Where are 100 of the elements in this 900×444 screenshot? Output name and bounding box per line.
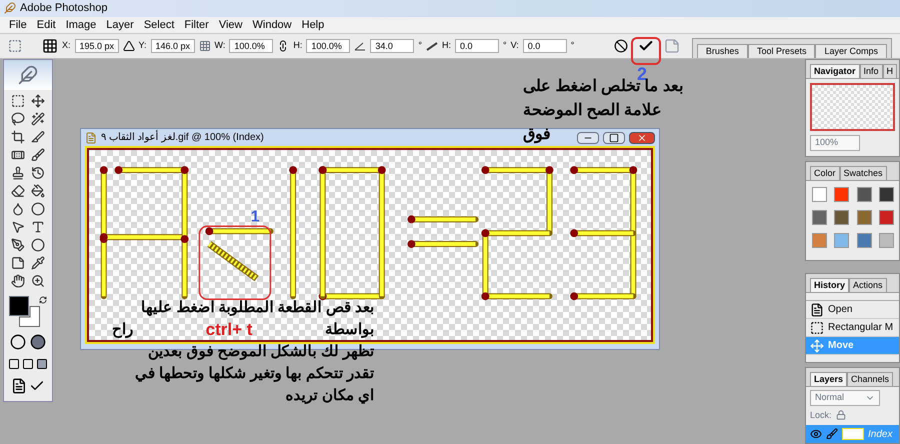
slice-icon[interactable] <box>31 130 45 144</box>
field-label: V: <box>510 39 519 52</box>
paint-bucket-icon[interactable] <box>31 184 45 198</box>
menu-item[interactable]: View <box>214 16 248 34</box>
menu-item[interactable]: Select <box>138 16 180 34</box>
drop-icon[interactable] <box>11 202 25 216</box>
document-icon <box>810 302 824 316</box>
standard-mode-icon[interactable] <box>10 334 26 350</box>
lasso-icon[interactable] <box>11 112 25 126</box>
arrow-pointer-icon[interactable] <box>11 220 25 234</box>
value-field[interactable]: 0.0 <box>522 39 567 54</box>
move-icon[interactable] <box>31 94 45 108</box>
note-icon[interactable] <box>11 256 25 270</box>
value-field[interactable]: 195.0 px <box>74 39 119 54</box>
value-field[interactable]: 146.0 px <box>150 39 195 54</box>
background-color-swatch[interactable] <box>19 306 40 327</box>
swap-colors-icon[interactable] <box>39 296 47 304</box>
lock-label: Lock: <box>810 408 832 422</box>
menu-item[interactable]: Image <box>60 16 102 34</box>
instruction-text: اي مكان تريده <box>286 386 374 406</box>
style-preset-icon[interactable] <box>878 210 894 225</box>
cancel-icon[interactable] <box>614 39 628 54</box>
tool-preset-icon[interactable] <box>8 39 22 54</box>
quick-mask-icon[interactable] <box>30 334 46 350</box>
menu-item[interactable]: Layer <box>101 16 139 34</box>
maximize-icon[interactable] <box>603 132 625 144</box>
jump-to-icon[interactable] <box>11 378 27 394</box>
close-icon[interactable] <box>629 132 655 144</box>
palette-tab[interactable]: Tool Presets <box>748 44 816 58</box>
zoom-field[interactable]: 100% <box>810 135 860 150</box>
hand-icon[interactable] <box>11 274 25 288</box>
feather-icon <box>16 65 40 85</box>
panel-tab[interactable]: Swatches <box>840 166 887 180</box>
panel-tab[interactable]: History <box>810 278 850 292</box>
document-title: لغز أعواد الثقاب ٩.gif @ 100% (Index) <box>101 130 264 145</box>
panel-tab[interactable]: Channels <box>847 372 894 386</box>
panel-tab[interactable]: Navigator <box>810 64 860 78</box>
screen-mode-icon[interactable] <box>22 358 34 370</box>
zoom-icon[interactable] <box>31 274 45 288</box>
delta-icon <box>122 40 135 52</box>
screen-mode-icon[interactable] <box>36 358 48 370</box>
move-icon <box>810 338 824 352</box>
instruction-text: بعد قص القطعة المطلوبة اضغط عليها <box>141 298 374 318</box>
stamp-icon[interactable] <box>11 166 25 180</box>
magic-wand-icon[interactable] <box>31 112 45 126</box>
bandage-icon[interactable] <box>11 148 25 162</box>
instruction-text: علامة الصح الموضحة <box>523 101 662 122</box>
field-label: H: <box>293 39 302 52</box>
menu-item[interactable]: Window <box>248 16 297 34</box>
field-label: X: <box>62 39 71 52</box>
panel-tab[interactable]: Actions <box>849 278 887 292</box>
style-preset-icon[interactable] <box>878 187 894 202</box>
foreground-color-swatch[interactable] <box>9 296 29 316</box>
unit-label: ° <box>502 39 507 52</box>
reference-point-icon[interactable] <box>42 38 58 54</box>
history-item[interactable]: Open <box>806 301 899 319</box>
eyedropper-icon[interactable] <box>31 256 45 270</box>
layer-thumbnail <box>842 428 864 440</box>
panel-tab[interactable]: Layers <box>810 372 848 386</box>
highlight-frame <box>631 37 661 65</box>
value-field[interactable]: 100.0% <box>229 39 274 54</box>
marquee-icon[interactable] <box>11 94 25 108</box>
panel-tab[interactable]: Info <box>860 64 883 78</box>
type-icon[interactable] <box>31 220 45 234</box>
ellipse-icon[interactable] <box>31 238 45 252</box>
palette-tab[interactable]: Layer Comps <box>815 44 887 58</box>
panel-tab[interactable]: Color <box>810 166 840 180</box>
brush-icon[interactable] <box>31 148 45 162</box>
brush-icon <box>826 428 838 440</box>
window-title: Adobe Photoshop <box>20 1 108 16</box>
screen-mode-icon[interactable] <box>8 358 20 370</box>
style-preset-icon[interactable] <box>834 210 850 225</box>
minimize-icon[interactable] <box>577 132 599 144</box>
style-preset-icon[interactable] <box>856 187 872 202</box>
lock-icon[interactable] <box>836 410 846 420</box>
blend-mode-dropdown[interactable]: Normal <box>810 390 880 406</box>
palette-tab[interactable]: Brushes <box>696 44 748 58</box>
pen-icon[interactable] <box>11 238 25 252</box>
eraser-icon[interactable] <box>11 184 25 198</box>
marquee-icon <box>810 320 824 334</box>
instruction-text: فوق <box>523 125 551 146</box>
shortcut-text: ctrl+ t <box>206 319 252 341</box>
panel-tab[interactable]: H <box>882 64 898 78</box>
document-icon <box>85 132 97 144</box>
menu-item[interactable]: Edit <box>32 16 61 34</box>
angle-icon <box>354 41 366 52</box>
eye-icon[interactable] <box>810 428 822 440</box>
instruction-text: تقدر تتحكم بها وتغير شكلها وتحطها في <box>134 364 374 384</box>
value-field[interactable]: 100.0% <box>306 39 350 54</box>
skew-icon <box>426 41 438 52</box>
value-field[interactable]: 34.0 <box>370 39 414 54</box>
layer-name: Index <box>868 428 892 442</box>
history-brush-icon[interactable] <box>31 166 45 180</box>
menu-item[interactable]: Filter <box>179 16 214 34</box>
menu-item[interactable]: Help <box>296 16 330 34</box>
menu-item[interactable]: File <box>4 16 32 34</box>
instruction-text: بواسطة <box>325 320 374 340</box>
value-field[interactable]: 0.0 <box>454 39 499 54</box>
field-label: Y: <box>138 39 147 52</box>
crop-icon[interactable] <box>11 130 25 144</box>
